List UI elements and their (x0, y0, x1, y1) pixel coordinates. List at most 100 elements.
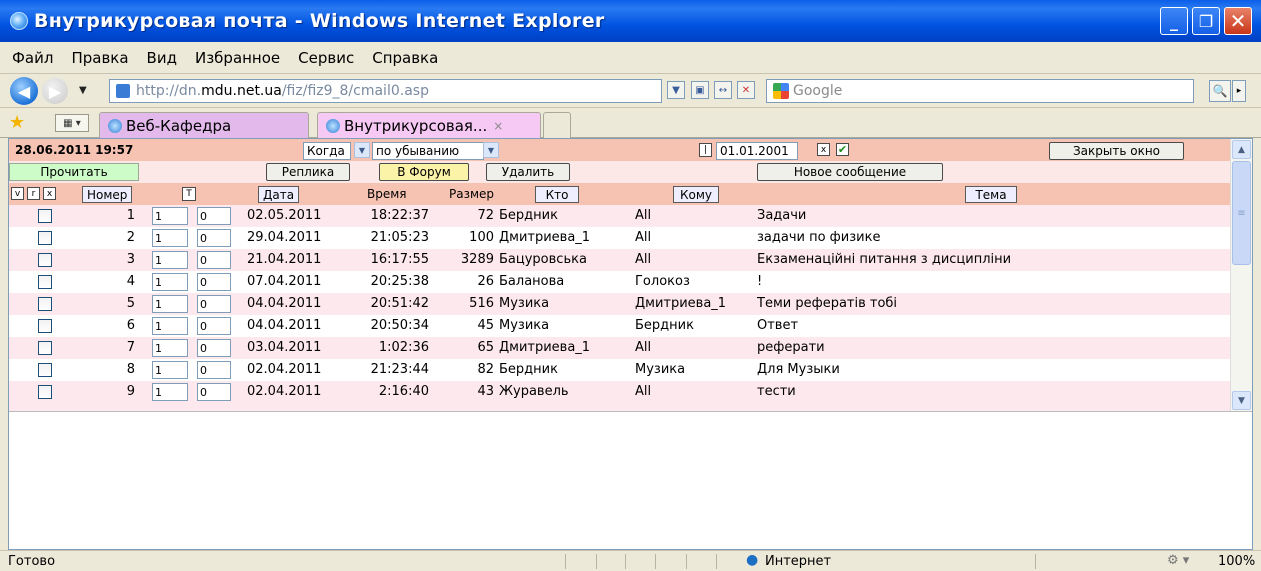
menu-file[interactable]: Файл (12, 49, 53, 67)
row-checkbox[interactable] (38, 319, 52, 333)
address-toolbar: ◀ ▶ ▼ http://dn. mdu.net.ua/fiz/fiz9_8/cm… (0, 74, 1261, 108)
compatibility-icon[interactable]: ▣ (691, 81, 709, 99)
address-dropdown-icon[interactable]: ▼ (667, 81, 685, 99)
row-checkbox[interactable] (38, 297, 52, 311)
row-field-b[interactable]: 0 (197, 251, 231, 269)
menu-help[interactable]: Справка (372, 49, 438, 67)
read-button[interactable]: Прочитать (9, 163, 139, 181)
search-options-icon[interactable]: ▸ (1232, 80, 1246, 102)
maximize-button[interactable]: ❐ (1192, 7, 1220, 35)
menu-favorites[interactable]: Избранное (195, 49, 280, 67)
tab-veb-kafedra[interactable]: Веб-Кафедра (99, 112, 309, 138)
table-row[interactable]: 1 0 3 21.04.2011 16:17:55 3289 Бацуровська All Е… (9, 249, 1230, 271)
refresh-icon[interactable]: ↔ (714, 81, 732, 99)
new-tab-button[interactable] (543, 112, 571, 138)
close-window-button[interactable]: Закрыть окно (1049, 142, 1184, 160)
scroll-up-icon[interactable]: ▲ (1232, 140, 1251, 159)
table-row[interactable]: 1 0 6 04.04.2011 20:50:34 45 Музика Бердник Отве… (9, 315, 1230, 337)
mail-controls-row: 28.06.2011 19:57 Когда ▼ по убыванию ▼ |… (9, 139, 1230, 161)
address-input[interactable]: http://dn. mdu.net.ua/fiz/fiz9_8/cmail0.a… (109, 79, 662, 103)
row-field-a[interactable]: 1 (152, 273, 188, 291)
sort-number-button[interactable]: Номер (82, 186, 133, 203)
sort-order-value: по убыванию (376, 144, 460, 158)
minimize-button[interactable]: _ (1160, 7, 1188, 35)
row-field-a[interactable]: 1 (152, 383, 188, 401)
date-filter-marker[interactable]: | (699, 143, 712, 157)
quick-tabs-icon[interactable]: ▦ ▾ (55, 114, 89, 132)
cell-time: 20:51:42 (370, 296, 429, 311)
row-checkbox[interactable] (38, 385, 52, 399)
sort-from-button[interactable]: Кто (535, 186, 579, 203)
protected-mode-icon[interactable]: ⚙ ▾ (1167, 553, 1189, 568)
search-input[interactable]: Google (766, 79, 1194, 103)
row-field-a[interactable]: 1 (152, 295, 188, 313)
row-field-b[interactable]: 0 (197, 207, 231, 225)
search-button[interactable]: 🔍 (1209, 80, 1231, 102)
cell-from: Бацуровська (499, 252, 587, 267)
row-checkbox[interactable] (38, 341, 52, 355)
row-checkbox[interactable] (38, 253, 52, 267)
scroll-thumb[interactable]: ≡ (1232, 161, 1251, 265)
row-field-b[interactable]: 0 (197, 295, 231, 313)
row-field-a[interactable]: 1 (152, 207, 188, 225)
row-field-b[interactable]: 0 (197, 339, 231, 357)
row-checkbox[interactable] (38, 363, 52, 377)
cell-time: 20:50:34 (370, 318, 429, 333)
history-dropdown-icon[interactable]: ▼ (79, 85, 87, 96)
sort-order-dropdown-icon[interactable]: ▼ (483, 142, 499, 158)
sort-field-select[interactable]: Когда (303, 142, 351, 160)
mail-scrollbar[interactable]: ▲ ≡ ▼ (1230, 139, 1252, 411)
row-field-b[interactable]: 0 (197, 317, 231, 335)
menu-view[interactable]: Вид (147, 49, 177, 67)
row-field-b[interactable]: 0 (197, 229, 231, 247)
to-forum-button[interactable]: В Форум (379, 163, 469, 181)
reply-button[interactable]: Реплика (266, 163, 350, 181)
favorites-star-icon[interactable]: ★ (9, 112, 25, 133)
sort-order-select[interactable]: по убыванию (372, 142, 484, 160)
row-field-a[interactable]: 1 (152, 251, 188, 269)
sort-subject-button[interactable]: Тема (965, 186, 1017, 203)
row-checkbox[interactable] (38, 231, 52, 245)
url-prefix: http://dn. (136, 83, 202, 99)
tab-mail[interactable]: Внутрикурсовая... × (317, 112, 541, 138)
tab-close-icon[interactable]: × (493, 119, 503, 133)
table-row[interactable]: 1 0 1 02.05.2011 18:22:37 72 Бердник All Задачи (9, 205, 1230, 227)
header-r-button[interactable]: r (27, 187, 40, 200)
close-button[interactable]: ✕ (1224, 7, 1252, 35)
zoom-level[interactable]: 100% (1218, 554, 1255, 569)
header-v-button[interactable]: v (11, 187, 24, 200)
sort-date-button[interactable]: Дата (258, 186, 300, 203)
menu-edit[interactable]: Правка (71, 49, 128, 67)
row-field-b[interactable]: 0 (197, 273, 231, 291)
sort-t-button[interactable]: T (182, 187, 196, 201)
table-row[interactable]: 1 0 5 04.04.2011 20:51:42 516 Музика Дмитриева_… (9, 293, 1230, 315)
row-checkbox[interactable] (38, 209, 52, 223)
back-button[interactable]: ◀ (10, 77, 38, 105)
table-row[interactable]: 1 0 2 29.04.2011 21:05:23 100 Дмитриева_1 All за… (9, 227, 1230, 249)
date-filter-input[interactable]: 01.01.2001 (716, 142, 798, 160)
header-x-button[interactable]: x (43, 187, 56, 200)
scroll-down-icon[interactable]: ▼ (1232, 391, 1251, 410)
table-row[interactable]: 1 0 9 02.04.2011 2:16:40 43 Журавель All тести (9, 381, 1230, 403)
table-row[interactable]: 1 0 8 02.04.2011 21:23:44 82 Бердник Музика Для … (9, 359, 1230, 381)
stop-icon[interactable]: ✕ (737, 81, 755, 99)
menu-tools[interactable]: Сервис (298, 49, 354, 67)
date-filter-checkbox[interactable]: ✔ (836, 143, 849, 156)
row-field-a[interactable]: 1 (152, 339, 188, 357)
row-field-a[interactable]: 1 (152, 229, 188, 247)
row-field-b[interactable]: 0 (197, 383, 231, 401)
sort-field-dropdown-icon[interactable]: ▼ (354, 142, 370, 158)
row-field-b[interactable]: 0 (197, 361, 231, 379)
cell-size: 516 (469, 296, 494, 311)
delete-button[interactable]: Удалить (486, 163, 570, 181)
date-clear-button[interactable]: x (817, 143, 830, 156)
row-field-a[interactable]: 1 (152, 361, 188, 379)
forward-button[interactable]: ▶ (42, 78, 68, 104)
sort-to-button[interactable]: Кому (673, 186, 719, 203)
table-row[interactable]: 1 0 7 03.04.2011 1:02:36 65 Дмитриева_1 All рефе… (9, 337, 1230, 359)
table-row[interactable]: 1 0 4 07.04.2011 20:25:38 26 Баланова Голокоз! (9, 271, 1230, 293)
row-checkbox[interactable] (38, 275, 52, 289)
new-message-button[interactable]: Новое сообщение (757, 163, 943, 181)
row-field-a[interactable]: 1 (152, 317, 188, 335)
search-placeholder: Google (793, 83, 843, 99)
